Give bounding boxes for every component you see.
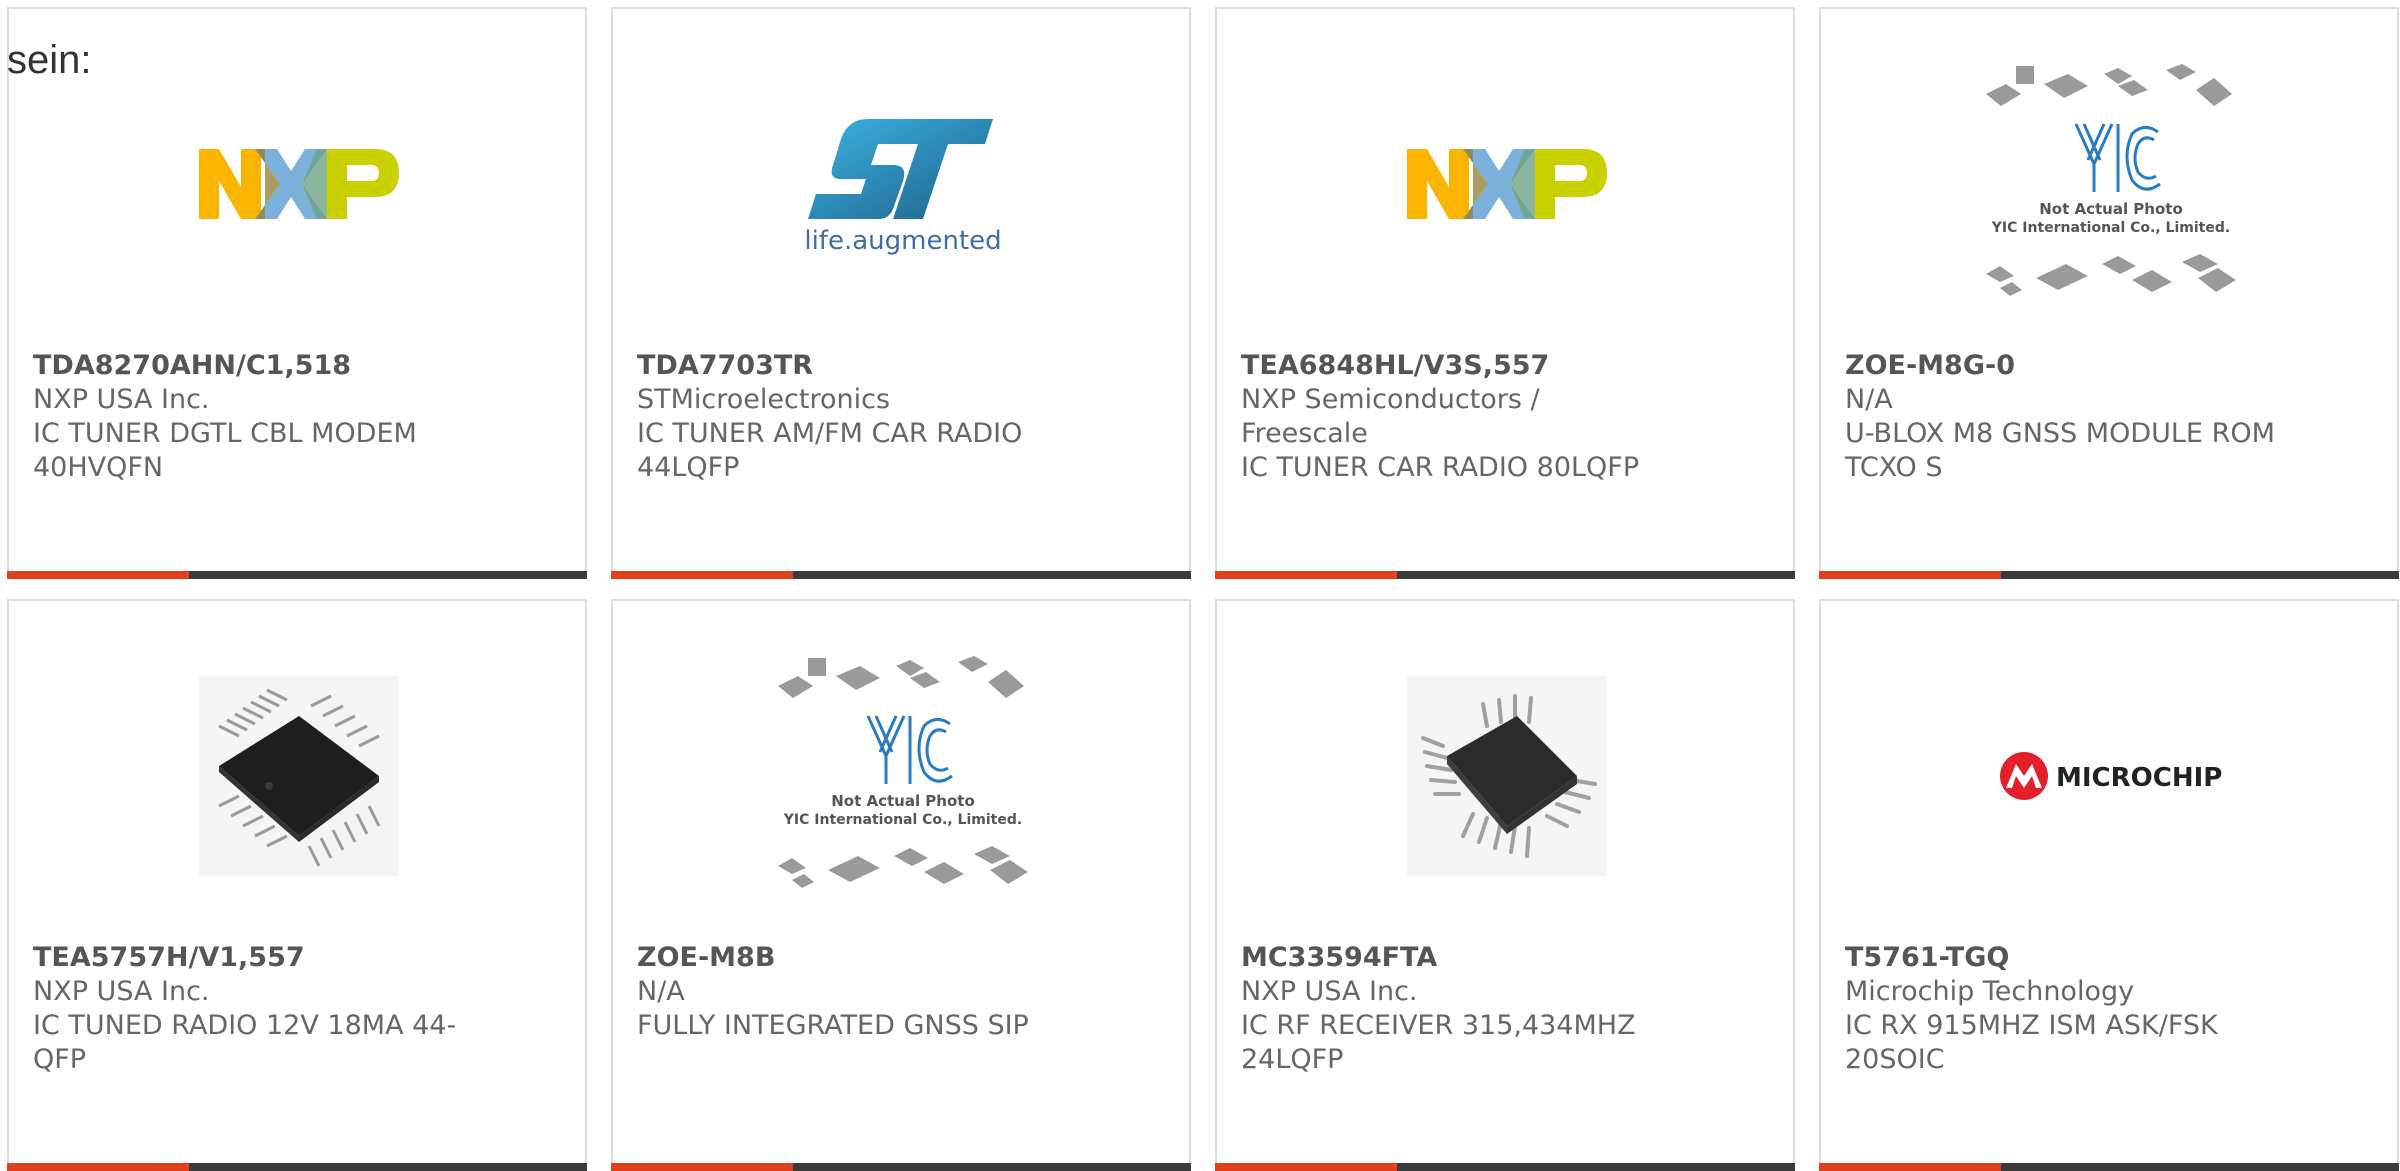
card-bottom-bar: [611, 1163, 1191, 1171]
manufacturer: NXP USA Inc.: [33, 384, 210, 415]
card-accent-bar: [1215, 1163, 1397, 1171]
card-accent-bar: [7, 571, 189, 579]
product-card[interactable]: TEA5757H/V1,557 NXP USA Inc. IC TUNED RA…: [7, 599, 587, 1171]
manufacturer: Microchip Technology: [1845, 976, 2135, 1007]
product-card[interactable]: TEA6848HL/V3S,557 NXP Semiconductors / F…: [1215, 7, 1795, 579]
part-number[interactable]: TEA5757H/V1,557: [33, 941, 463, 975]
description: IC TUNER CAR RADIO 80LQFP: [1241, 452, 1640, 483]
product-card[interactable]: TDA8270AHN/C1,518 NXP USA Inc. IC TUNER …: [7, 7, 587, 579]
product-image[interactable]: Not Actual Photo YIC International Co., …: [1911, 54, 2311, 314]
product-image[interactable]: Not Actual Photo YIC International Co., …: [703, 646, 1103, 906]
product-info: ZOE-M8B N/A FULLY INTEGRATED GNSS SIP: [637, 941, 1067, 1043]
product-card[interactable]: MC33594FTA NXP USA Inc. IC RF RECEIVER 3…: [1215, 599, 1795, 1171]
card-bottom-bar: [7, 571, 587, 579]
product-card[interactable]: Not Actual Photo YIC International Co., …: [1819, 7, 2399, 579]
product-info: MC33594FTA NXP USA Inc. IC RF RECEIVER 3…: [1241, 941, 1671, 1077]
product-info: TDA8270AHN/C1,518 NXP USA Inc. IC TUNER …: [33, 349, 463, 485]
product-info: TEA5757H/V1,557 NXP USA Inc. IC TUNED RA…: [33, 941, 463, 1077]
card-bottom-bar: [611, 571, 1191, 579]
svg-text:Not Actual Photo: Not Actual Photo: [2039, 200, 2183, 218]
st-logo-icon: life.augmented: [804, 119, 1002, 256]
part-number[interactable]: TDA8270AHN/C1,518: [33, 349, 463, 383]
part-number[interactable]: TDA7703TR: [637, 349, 1067, 383]
product-info: ZOE-M8G-0 N/A U-BLOX M8 GNSS MODULE ROM …: [1845, 349, 2275, 485]
description: IC RF RECEIVER 315,434MHZ 24LQFP: [1241, 1010, 1636, 1075]
part-number[interactable]: ZOE-M8G-0: [1845, 349, 2275, 383]
yic-placeholder-icon: Not Actual Photo YIC International Co., …: [778, 656, 1028, 888]
card-bottom-bar: [1215, 1163, 1795, 1171]
manufacturer: STMicroelectronics: [637, 384, 891, 415]
card-accent-bar: [1819, 1163, 2001, 1171]
manufacturer: NXP Semiconductors / Freescale: [1241, 384, 1540, 449]
manufacturer: NXP USA Inc.: [33, 976, 210, 1007]
part-number[interactable]: MC33594FTA: [1241, 941, 1671, 975]
card-accent-bar: [611, 571, 793, 579]
description: IC TUNER DGTL CBL MODEM 40HVQFN: [33, 418, 417, 483]
product-image[interactable]: life.augmented: [703, 54, 1103, 314]
yic-placeholder-icon: Not Actual Photo YIC International Co., …: [1986, 64, 2236, 296]
product-image[interactable]: [1307, 646, 1707, 906]
product-info: TEA6848HL/V3S,557 NXP Semiconductors / F…: [1241, 349, 1671, 485]
product-image[interactable]: [1307, 54, 1707, 314]
product-image[interactable]: [99, 646, 499, 906]
intro-text: sein:: [7, 38, 92, 82]
card-accent-bar: [1819, 571, 2001, 579]
qfp-chip-photo-icon: [199, 676, 399, 876]
card-accent-bar: [7, 1163, 189, 1171]
card-bottom-bar: [1215, 571, 1795, 579]
card-bottom-bar: [7, 1163, 587, 1171]
description: FULLY INTEGRATED GNSS SIP: [637, 1010, 1029, 1041]
nxp-logo-icon: [1407, 149, 1607, 219]
part-number[interactable]: ZOE-M8B: [637, 941, 1067, 975]
product-image[interactable]: MICROCHIP: [1911, 646, 2311, 906]
product-info: T5761-TGQ Microchip Technology IC RX 915…: [1845, 941, 2275, 1077]
description: U-BLOX M8 GNSS MODULE ROM TCXO S: [1845, 418, 2275, 483]
microchip-logo-icon: MICROCHIP: [2000, 752, 2222, 800]
card-bottom-bar: [1819, 571, 2399, 579]
lqfp-chip-photo-icon: [1407, 676, 1607, 876]
product-card[interactable]: life.augmented TDA7703TR STMicroelectron…: [611, 7, 1191, 579]
svg-text:MICROCHIP: MICROCHIP: [2056, 763, 2222, 793]
nxp-logo-icon: [199, 149, 399, 219]
svg-text:Not Actual Photo: Not Actual Photo: [831, 792, 975, 810]
manufacturer: N/A: [637, 976, 685, 1007]
part-number[interactable]: T5761-TGQ: [1845, 941, 2275, 975]
card-accent-bar: [1215, 571, 1397, 579]
description: IC RX 915MHZ ISM ASK/FSK 20SOIC: [1845, 1010, 2218, 1075]
card-bottom-bar: [1819, 1163, 2399, 1171]
manufacturer: NXP USA Inc.: [1241, 976, 1418, 1007]
product-image[interactable]: [99, 54, 499, 314]
description: IC TUNED RADIO 12V 18MA 44-QFP: [33, 1010, 457, 1075]
manufacturer: N/A: [1845, 384, 1893, 415]
description: IC TUNER AM/FM CAR RADIO 44LQFP: [637, 418, 1023, 483]
product-card[interactable]: Not Actual Photo YIC International Co., …: [611, 599, 1191, 1171]
product-card[interactable]: MICROCHIP T5761-TGQ Microchip Technology…: [1819, 599, 2399, 1171]
svg-text:YIC International Co., Limited: YIC International Co., Limited.: [1991, 220, 2230, 236]
product-grid: TDA8270AHN/C1,518 NXP USA Inc. IC TUNER …: [7, 7, 2400, 1171]
product-info: TDA7703TR STMicroelectronics IC TUNER AM…: [637, 349, 1067, 485]
svg-text:life.augmented: life.augmented: [804, 226, 1001, 256]
card-accent-bar: [611, 1163, 793, 1171]
svg-text:YIC International Co., Limited: YIC International Co., Limited.: [783, 812, 1022, 828]
part-number[interactable]: TEA6848HL/V3S,557: [1241, 349, 1671, 383]
